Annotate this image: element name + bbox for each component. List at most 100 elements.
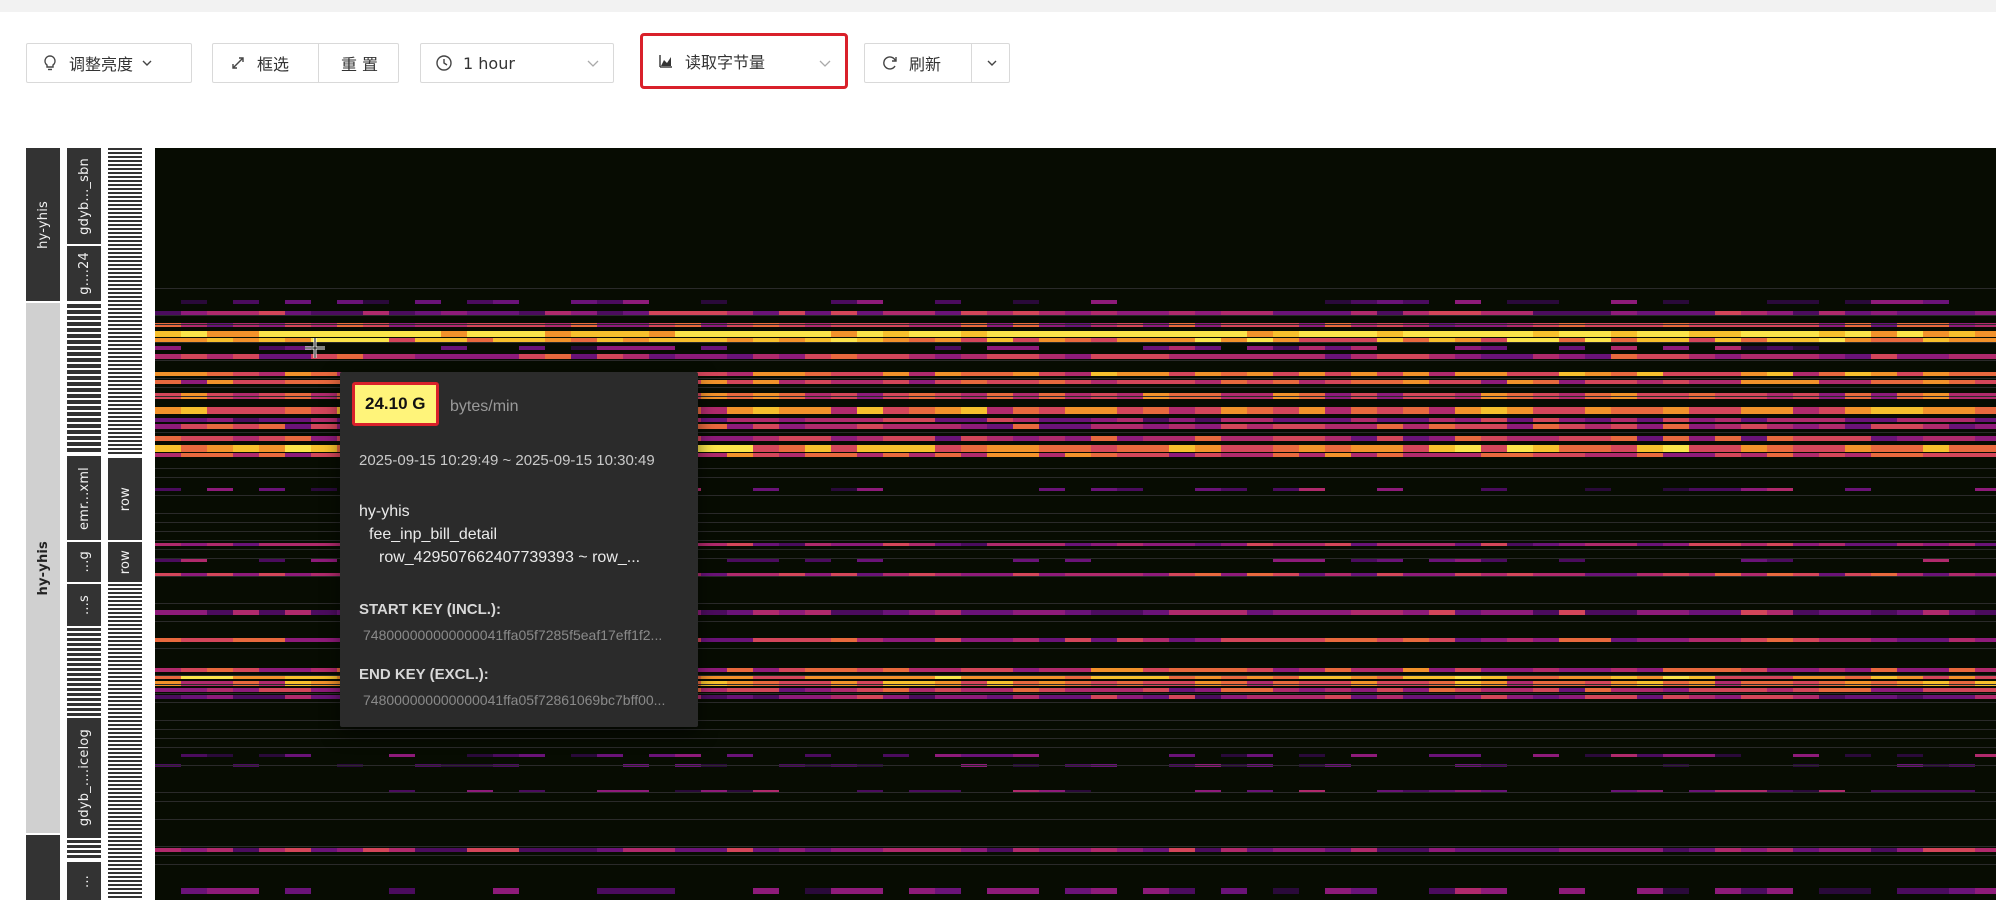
- heatmap-cell: [337, 331, 363, 337]
- box-select-button[interactable]: 框选: [213, 44, 318, 82]
- heatmap-cell: [1559, 888, 1585, 894]
- heatmap-cell: [233, 354, 259, 359]
- heatmap-cell: [1793, 331, 1819, 337]
- heatmap-cell: [675, 848, 701, 852]
- heatmap-cell: [1013, 543, 1039, 546]
- heatmap-cell: [1403, 695, 1429, 699]
- heatmap-cell: [961, 688, 987, 692]
- heatmap-cell: [883, 453, 909, 457]
- sidebar-stripe: [108, 248, 142, 250]
- heatmap-cell: [857, 543, 883, 546]
- heatmap-cell: [1117, 573, 1143, 576]
- sidebar-stripe: [108, 416, 142, 418]
- sidebar-db-segment[interactable]: [26, 835, 60, 900]
- refresh-button[interactable]: 刷新: [865, 44, 971, 82]
- heatmap-cell: [1169, 681, 1195, 686]
- brightness-dropdown[interactable]: 调整亮度: [26, 43, 192, 83]
- heatmap-cell: [727, 543, 753, 546]
- heatmap-cell: [1247, 688, 1273, 692]
- sidebar-stripe: [108, 652, 142, 654]
- heatmap-cell: [233, 424, 259, 429]
- sidebar-stripe: [67, 668, 101, 671]
- metric-select[interactable]: 读取字节量: [640, 33, 848, 89]
- sidebar-table-segment[interactable]: ...s: [67, 584, 101, 626]
- sidebar-stripe: [108, 176, 142, 178]
- heatmap-cell: [181, 331, 207, 337]
- heatmap-cell: [1039, 407, 1065, 414]
- heatmap-cell: [311, 848, 337, 852]
- sidebar-stripe: [67, 855, 101, 858]
- sidebar-table-segment[interactable]: gdyb_....icelog: [67, 718, 101, 838]
- heatmap-cell: [1403, 668, 1429, 672]
- heatmap-cell: [181, 418, 207, 422]
- heatmap-cell: [1429, 638, 1455, 642]
- heatmap-cell: [909, 331, 935, 337]
- lightbulb-icon: [44, 55, 56, 71]
- sidebar-stripe: [108, 708, 142, 710]
- heatmap-cell: [727, 848, 753, 852]
- heatmap-cell: [1507, 380, 1533, 384]
- heatmap-cell: [1195, 445, 1221, 452]
- tooltip-time-range: 2025-09-15 10:29:49 ~ 2025-09-15 10:30:4…: [359, 452, 655, 469]
- sidebar-db-segment[interactable]: hy-yhis: [26, 303, 60, 833]
- heatmap-cell: [1195, 848, 1221, 852]
- heatmap-cell: [1143, 346, 1169, 350]
- heatmap-cell: [1949, 424, 1975, 429]
- heatmap-cell: [857, 407, 883, 414]
- heatmap-cell: [1663, 300, 1689, 304]
- sidebar-table-segment[interactable]: g....24: [67, 246, 101, 301]
- sidebar-table-segment[interactable]: emr...xml: [67, 456, 101, 540]
- reset-button[interactable]: 重 置: [318, 44, 400, 82]
- heatmap-cell: [857, 436, 883, 441]
- sidebar-stripe: [108, 648, 142, 650]
- heatmap-cell: [1169, 695, 1195, 699]
- sidebar-db-segment[interactable]: hy-yhis: [26, 148, 60, 301]
- heatmap-cell: [1169, 407, 1195, 414]
- heatmap-cell: [1741, 407, 1767, 414]
- heatmap-cell: [883, 610, 909, 615]
- heatmap-cell: [1169, 668, 1195, 672]
- refresh-options-button[interactable]: [971, 44, 1011, 82]
- heatmap-cell: [1507, 668, 1533, 672]
- heatmap-cell: [1377, 354, 1403, 359]
- heatmap-cell: [1221, 638, 1247, 642]
- heatmap-cell: [1611, 346, 1637, 350]
- heatmap-cell: [181, 407, 207, 414]
- sidebar-region-segment[interactable]: row: [108, 542, 142, 582]
- sidebar-region-segment[interactable]: row: [108, 458, 142, 540]
- heatmap-cell: [155, 436, 181, 441]
- heatmap-cell: [181, 848, 207, 852]
- heatmap-cell: [1663, 346, 1689, 350]
- heatmap-cell: [1975, 424, 1996, 429]
- heatmap-cell: [1949, 573, 1975, 576]
- sidebar-table-segment[interactable]: gdyb..._sbn: [67, 148, 101, 244]
- sidebar-stripe: [67, 643, 101, 646]
- sidebar-table-segment[interactable]: ...: [67, 862, 101, 900]
- heatmap-cell: [1663, 418, 1689, 422]
- heatmap-gridline: [155, 288, 1996, 289]
- heatmap-cell: [259, 418, 285, 422]
- heatmap-cell: [1663, 848, 1689, 852]
- heatmap-cell: [857, 573, 883, 576]
- sidebar-stripe: [108, 344, 142, 346]
- heatmap-cell: [1637, 380, 1663, 384]
- heatmap-cell: [1897, 445, 1923, 452]
- heatmap-cell: [909, 610, 935, 615]
- heatmap-cell: [1195, 331, 1221, 337]
- heatmap-cell: [1169, 436, 1195, 441]
- heatmap-cell: [1533, 424, 1559, 429]
- heatmap-cell: [831, 436, 857, 441]
- time-range-select[interactable]: 1 hour: [420, 43, 614, 83]
- heatmap-cell: [1741, 380, 1767, 384]
- sidebar-stripe: [67, 688, 101, 691]
- heatmap-cell: [233, 445, 259, 452]
- heatmap-cell: [1845, 453, 1871, 457]
- heatmap-cell: [831, 331, 857, 337]
- heatmap-cell: [1039, 688, 1065, 692]
- heatmap-cell: [1923, 407, 1949, 414]
- sidebar-table-segment[interactable]: ...g: [67, 542, 101, 582]
- heatmap-cell: [1637, 668, 1663, 672]
- sidebar-stripe: [108, 788, 142, 790]
- heatmap-cell: [805, 848, 831, 852]
- sidebar-stripe: [108, 224, 142, 226]
